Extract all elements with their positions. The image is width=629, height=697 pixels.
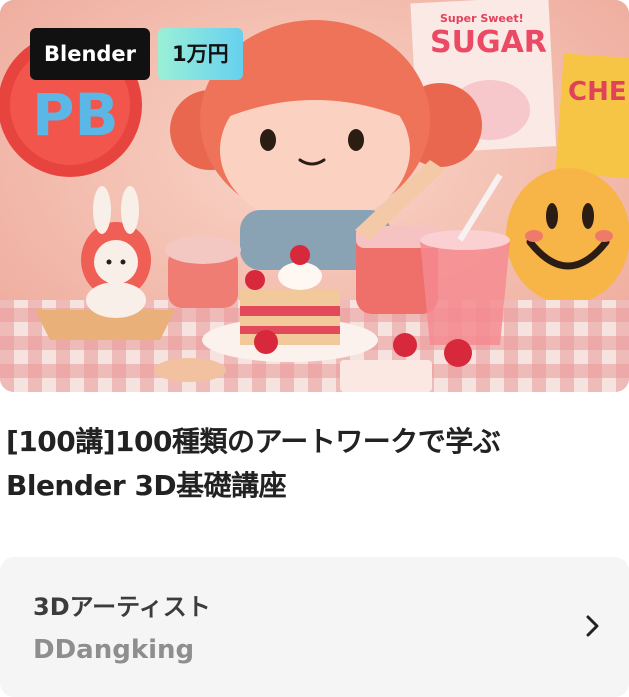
price-badge: 1万円 <box>158 28 243 80</box>
course-card[interactable]: Super Sweet! SUGAR CHE PB Blender 1万円 [1… <box>0 0 629 697</box>
table-card <box>340 360 432 392</box>
chevron-right-icon[interactable] <box>583 613 603 639</box>
svg-text:SUGAR: SUGAR <box>430 25 547 60</box>
instructor-box[interactable]: 3Dアーティスト DDangking <box>0 557 629 697</box>
thumbnail-badges: Blender 1万円 <box>30 28 243 80</box>
instructor-name: DDangking <box>33 635 195 665</box>
jam-jar-left <box>165 236 241 308</box>
software-badge: Blender <box>30 28 151 80</box>
spoon <box>154 358 226 382</box>
svg-text:CHE: CHE <box>568 77 627 107</box>
svg-text:PB: PB <box>32 81 119 149</box>
instructor-role: 3Dアーティスト <box>33 593 211 621</box>
cherry-poster: CHE <box>555 53 629 179</box>
svg-text:Super Sweet!: Super Sweet! <box>440 12 524 25</box>
course-title-line: [100講]100種類のアートワークで学ぶ <box>6 425 501 458</box>
course-title-line: Blender 3D基礎講座 <box>6 469 287 502</box>
course-title[interactable]: [100講]100種類のアートワークで学ぶ Blender 3D基礎講座 <box>6 420 621 508</box>
course-thumbnail[interactable]: Super Sweet! SUGAR CHE PB Blender 1万円 <box>0 0 629 392</box>
